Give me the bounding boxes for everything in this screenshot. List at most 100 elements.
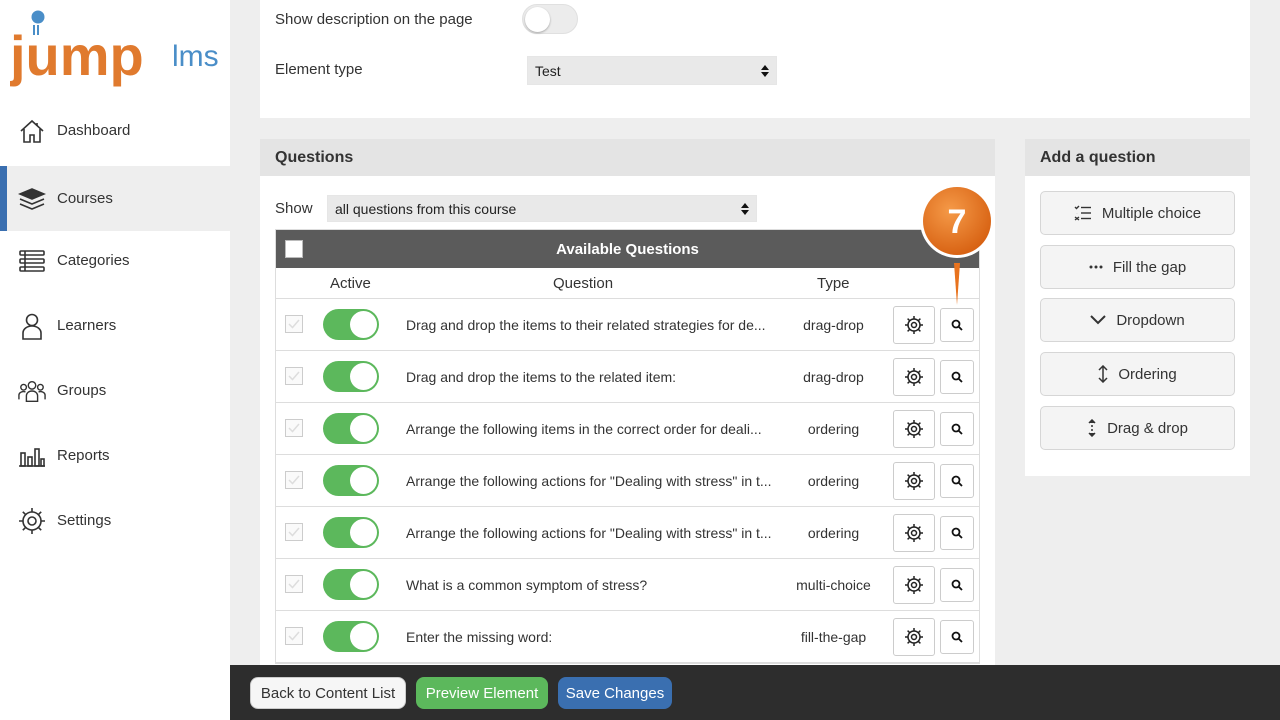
toggle-knob (350, 571, 377, 598)
question-type: multi-choice (796, 577, 871, 593)
toggle-knob (350, 363, 377, 390)
checklist-icon (1074, 205, 1092, 221)
sidebar-item-label: Courses (57, 190, 113, 207)
question-text: Arrange the following items in the corre… (406, 421, 762, 437)
question-settings-button[interactable] (893, 514, 935, 552)
gear-icon (904, 315, 924, 335)
sidebar-item-label: Learners (57, 317, 117, 334)
drag-arrows-icon (1087, 419, 1097, 437)
search-icon (951, 579, 963, 591)
preview-question-button[interactable] (940, 412, 974, 446)
group-icon (18, 377, 46, 405)
svg-text:jump: jump (10, 24, 144, 87)
element-type-value: Test (535, 62, 561, 79)
column-active: Active (330, 274, 371, 292)
add-fill-the-gap-button[interactable]: Fill the gap (1040, 245, 1235, 289)
question-type: ordering (807, 473, 860, 489)
sidebar-item-groups[interactable]: Groups (0, 358, 230, 423)
add-multiple-choice-button[interactable]: Multiple choice (1040, 191, 1235, 235)
chevron-down-icon (1090, 315, 1107, 325)
sidebar-item-courses[interactable]: Courses (0, 166, 230, 231)
home-icon (18, 117, 46, 145)
gear-icon (904, 575, 924, 595)
user-icon (18, 312, 46, 340)
active-toggle[interactable] (323, 465, 379, 496)
column-headers: Active Question Type (276, 268, 979, 299)
row-checkbox[interactable] (285, 419, 303, 437)
add-dropdown-button[interactable]: Dropdown (1040, 298, 1235, 342)
back-to-content-list-button[interactable]: Back to Content List (250, 677, 406, 709)
show-filter-value: all questions from this course (335, 200, 517, 217)
row-checkbox[interactable] (285, 315, 303, 333)
search-icon (951, 631, 963, 643)
save-changes-button[interactable]: Save Changes (558, 677, 672, 709)
sidebar-item-label: Settings (57, 512, 112, 529)
question-settings-button[interactable] (893, 618, 935, 656)
sidebar-item-learners[interactable]: Learners (0, 293, 230, 358)
table-body: Drag and drop the items to their related… (276, 299, 979, 663)
question-type: ordering (807, 525, 860, 541)
question-type: fill-the-gap (800, 629, 867, 645)
preview-question-button[interactable] (940, 568, 974, 602)
search-icon (951, 527, 963, 539)
questions-panel: Questions Show all questions from this c… (260, 139, 995, 665)
add-drag-drop-button[interactable]: Drag & drop (1040, 406, 1235, 450)
search-icon (951, 371, 963, 383)
step-callout-marker: 7 (920, 184, 994, 305)
gear-icon (904, 419, 924, 439)
question-settings-button[interactable] (893, 566, 935, 604)
table-row: Arrange the following items in the corre… (276, 403, 979, 455)
select-all-checkbox[interactable] (285, 240, 303, 258)
question-settings-button[interactable] (893, 462, 935, 500)
select-arrows-icon (741, 202, 749, 215)
question-settings-button[interactable] (893, 306, 935, 344)
bar-chart-icon (18, 442, 46, 470)
question-type: ordering (807, 421, 860, 437)
row-checkbox[interactable] (285, 575, 303, 593)
active-toggle[interactable] (323, 361, 379, 392)
active-toggle[interactable] (323, 621, 379, 652)
table-row: Enter the missing word: fill-the-gap (276, 611, 979, 663)
sidebar-item-label: Reports (57, 447, 110, 464)
row-checkbox[interactable] (285, 367, 303, 385)
gear-icon (18, 507, 46, 535)
element-type-select[interactable]: Test (527, 56, 777, 85)
question-text: Drag and drop the items to the related i… (406, 369, 677, 385)
add-ordering-button[interactable]: Ordering (1040, 352, 1235, 396)
sidebar-item-label: Dashboard (57, 122, 131, 139)
row-checkbox[interactable] (285, 523, 303, 541)
preview-question-button[interactable] (940, 516, 974, 550)
active-toggle[interactable] (323, 569, 379, 600)
preview-question-button[interactable] (940, 308, 974, 342)
show-description-toggle[interactable] (522, 4, 578, 34)
question-text: What is a common symptom of stress? (406, 577, 648, 593)
vertical-arrows-icon (1098, 365, 1108, 383)
sidebar-item-categories[interactable]: Categories (0, 228, 230, 293)
show-filter-select[interactable]: all questions from this course (327, 195, 757, 222)
active-toggle[interactable] (323, 517, 379, 548)
sidebar-item-settings[interactable]: Settings (0, 488, 230, 553)
sidebar-item-reports[interactable]: Reports (0, 423, 230, 488)
question-text: Arrange the following actions for "Deali… (406, 473, 772, 489)
svg-text:lms: lms (172, 40, 219, 73)
active-toggle[interactable] (323, 309, 379, 340)
table-header: Available Questions (276, 230, 979, 268)
preview-question-button[interactable] (940, 360, 974, 394)
sidebar-item-dashboard[interactable]: Dashboard (0, 98, 230, 163)
toggle-knob (525, 7, 550, 32)
jumplms-logo[interactable]: jump lms (10, 8, 225, 93)
row-checkbox[interactable] (285, 471, 303, 489)
question-settings-button[interactable] (893, 358, 935, 396)
table-row: Drag and drop the items to their related… (276, 299, 979, 351)
row-checkbox[interactable] (285, 627, 303, 645)
preview-question-button[interactable] (940, 620, 974, 654)
preview-element-button[interactable]: Preview Element (416, 677, 548, 709)
table-row: Arrange the following actions for "Deali… (276, 507, 979, 559)
table-row: Arrange the following actions for "Deali… (276, 455, 979, 507)
preview-question-button[interactable] (940, 464, 974, 498)
active-toggle[interactable] (323, 413, 379, 444)
list-icon (18, 247, 46, 275)
question-settings-button[interactable] (893, 410, 935, 448)
column-question: Question (553, 274, 614, 292)
sidebar-item-label: Groups (57, 382, 107, 399)
